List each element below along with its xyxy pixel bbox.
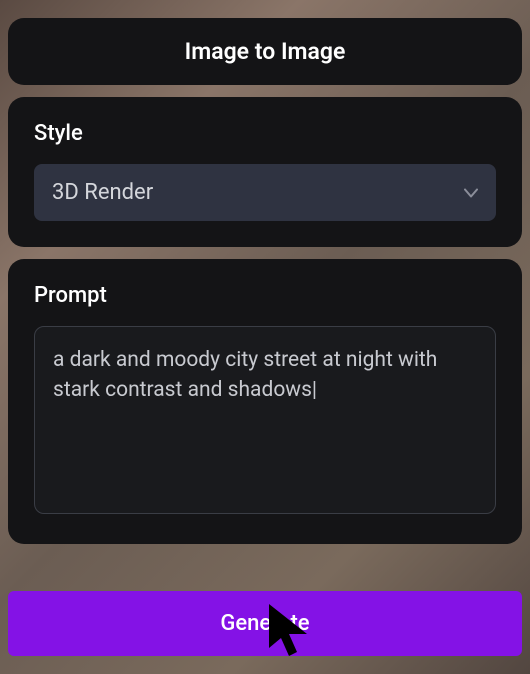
prompt-label: Prompt (34, 283, 496, 308)
dialog-header: Image to Image (8, 18, 522, 85)
style-section: Style 3D Render (8, 97, 522, 247)
image-to-image-dialog: Image to Image Style 3D Render Prompt (8, 18, 522, 544)
style-select[interactable]: 3D Render (34, 164, 496, 221)
dialog-title: Image to Image (24, 38, 506, 65)
style-label: Style (34, 121, 496, 146)
prompt-input[interactable] (34, 326, 496, 514)
style-select-wrapper: 3D Render (34, 164, 496, 221)
prompt-section: Prompt (8, 259, 522, 544)
generate-button[interactable]: Generate (8, 591, 522, 656)
